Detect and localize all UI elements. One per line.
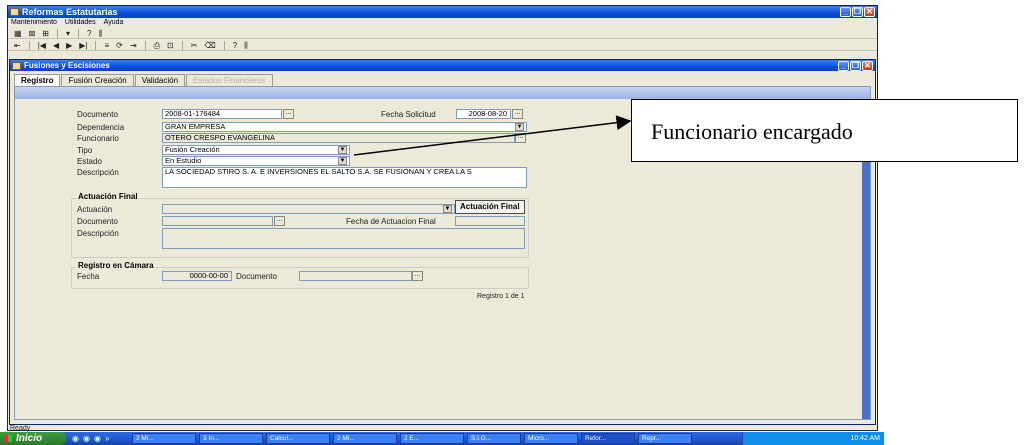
- callout-arrow: [353, 115, 632, 156]
- taskbar-item[interactable]: S.I.G...: [467, 433, 521, 444]
- quick-launch-icon[interactable]: ◉: [83, 434, 90, 443]
- clock[interactable]: 10:42 AM: [850, 435, 880, 442]
- callout-box: Funcionario encargado: [631, 99, 1018, 162]
- quick-launch-icon[interactable]: ◉: [72, 434, 79, 443]
- taskbar: Inicio ◉ ◉ ◉ » 2 Mi... 3 In... Calcul...…: [0, 432, 884, 445]
- quick-launch-icon[interactable]: ◉: [94, 434, 101, 443]
- taskbar-item[interactable]: Micro...: [524, 433, 578, 444]
- taskbar-item[interactable]: 3 In...: [199, 433, 263, 444]
- quick-launch: ◉ ◉ ◉ »: [66, 432, 132, 445]
- start-label: Inicio: [16, 433, 43, 444]
- system-tray: 10:42 AM: [742, 432, 884, 445]
- taskbar-item-active[interactable]: Refor...: [581, 433, 635, 444]
- quick-launch-more-icon[interactable]: »: [105, 434, 109, 443]
- taskbar-item[interactable]: Repr...: [638, 433, 692, 444]
- taskbar-item[interactable]: 2 Mi...: [333, 433, 397, 444]
- taskbar-item[interactable]: 2 E...: [400, 433, 464, 444]
- taskbar-item[interactable]: 2 Mi...: [132, 433, 196, 444]
- start-button[interactable]: Inicio: [0, 432, 66, 445]
- windows-logo-icon: [4, 435, 12, 442]
- screen: Reformas Estatutarias _ ❐ ✕ Mantenimient…: [0, 0, 1026, 445]
- taskbar-item[interactable]: Calcul...: [266, 433, 330, 444]
